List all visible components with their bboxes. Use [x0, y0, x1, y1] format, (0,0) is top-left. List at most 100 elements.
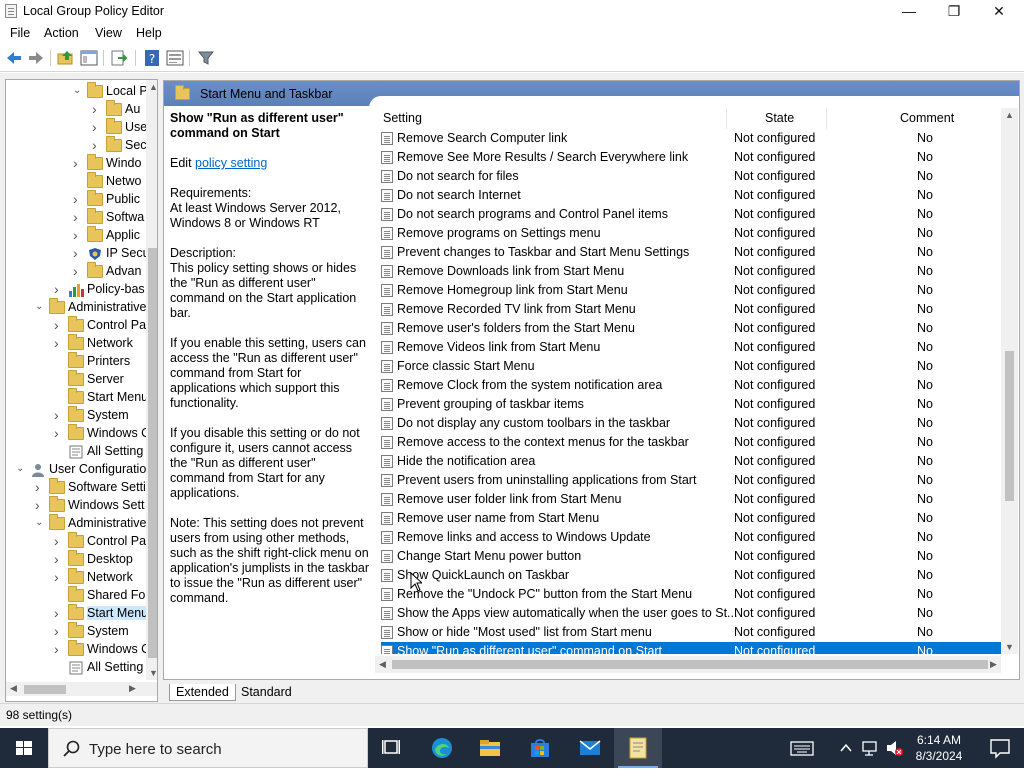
- column-comment[interactable]: Comment: [900, 111, 954, 125]
- close-button[interactable]: ✕: [976, 0, 1022, 23]
- column-setting[interactable]: Setting: [383, 111, 422, 125]
- scroll-left-icon[interactable]: ◀: [379, 659, 386, 670]
- expand-down-icon[interactable]: ⌄: [73, 85, 83, 97]
- menu-help[interactable]: Help: [136, 26, 162, 40]
- minimize-button[interactable]: —: [886, 0, 932, 23]
- store-button[interactable]: [516, 728, 564, 768]
- edge-button[interactable]: [418, 728, 466, 768]
- settings-row[interactable]: Remove access to the context menus for t…: [381, 433, 1001, 452]
- settings-row[interactable]: Remove Search Computer link Not configure…: [381, 129, 1001, 148]
- volume-tray-button[interactable]: [884, 728, 904, 768]
- settings-row[interactable]: Do not search for files Not configured No: [381, 167, 1001, 186]
- menu-view[interactable]: View: [95, 26, 122, 40]
- settings-row[interactable]: Remove Homegroup link from Start Menu Not…: [381, 281, 1001, 300]
- file-explorer-button[interactable]: [466, 728, 514, 768]
- mail-button[interactable]: [566, 728, 614, 768]
- expand-down-icon[interactable]: ⌄: [35, 517, 45, 529]
- export-list-icon[interactable]: [110, 49, 128, 67]
- settings-row[interactable]: Prevent grouping of taskbar items Not con…: [381, 395, 1001, 414]
- settings-row[interactable]: Prevent users from uninstalling applicat…: [381, 471, 1001, 490]
- settings-row-selected[interactable]: Show "Run as different user" command on …: [381, 642, 1001, 654]
- expand-right-icon[interactable]: ›: [54, 318, 64, 332]
- expand-right-icon[interactable]: ›: [54, 534, 64, 548]
- settings-row[interactable]: Do not display any custom toolbars in th…: [381, 414, 1001, 433]
- settings-row[interactable]: Show the Apps view automatically when th…: [381, 604, 1001, 623]
- settings-row[interactable]: Remove See More Results / Search Everywh…: [381, 148, 1001, 167]
- expand-right-icon[interactable]: ›: [54, 624, 64, 638]
- settings-row[interactable]: Remove Downloads link from Start Menu Not…: [381, 262, 1001, 281]
- settings-row[interactable]: Prevent changes to Taskbar and Start Men…: [381, 243, 1001, 262]
- expand-right-icon[interactable]: ›: [54, 570, 64, 584]
- menu-action[interactable]: Action: [44, 26, 79, 40]
- group-policy-editor-taskbar-button[interactable]: [614, 728, 662, 768]
- start-button[interactable]: [0, 728, 48, 768]
- expand-right-icon[interactable]: ›: [54, 408, 64, 422]
- expand-right-icon[interactable]: ›: [35, 480, 45, 494]
- list-horizontal-scrollbar[interactable]: ◀ ▶: [375, 656, 1001, 673]
- settings-row[interactable]: Do not search Internet Not configured No: [381, 186, 1001, 205]
- expand-right-icon[interactable]: ›: [73, 246, 83, 260]
- settings-row[interactable]: Remove Recorded TV link from Start Menu N…: [381, 300, 1001, 319]
- scroll-up-icon[interactable]: ▲: [149, 82, 157, 92]
- back-icon[interactable]: [5, 49, 23, 67]
- edit-policy-setting-link[interactable]: policy setting: [195, 156, 267, 170]
- taskbar-search-box[interactable]: Type here to search: [48, 728, 368, 768]
- tree-hscroll-thumb[interactable]: [24, 685, 66, 694]
- expand-right-icon[interactable]: ›: [54, 426, 64, 440]
- menu-file[interactable]: File: [10, 26, 30, 40]
- settings-row[interactable]: Remove Videos link from Start Menu Not co…: [381, 338, 1001, 357]
- scroll-down-icon[interactable]: ▼: [1005, 642, 1014, 652]
- list-scroll-thumb[interactable]: [1005, 351, 1014, 501]
- help-icon[interactable]: ?: [143, 49, 161, 67]
- settings-row[interactable]: Remove user's folders from the Start Men…: [381, 319, 1001, 338]
- tree-vertical-scrollbar[interactable]: ▲ ▼: [146, 80, 157, 680]
- expand-right-icon[interactable]: ›: [73, 192, 83, 206]
- expand-down-icon[interactable]: ⌄: [16, 463, 26, 475]
- tab-standard[interactable]: Standard: [235, 684, 298, 701]
- expand-right-icon[interactable]: ›: [35, 498, 45, 512]
- scroll-up-icon[interactable]: ▲: [1005, 110, 1014, 120]
- settings-row[interactable]: Show or hide "Most used" list from Start…: [381, 623, 1001, 642]
- expand-right-icon[interactable]: ›: [54, 336, 64, 350]
- expand-right-icon[interactable]: ›: [92, 120, 102, 134]
- up-folder-icon[interactable]: [57, 49, 75, 67]
- expand-right-icon[interactable]: ›: [73, 228, 83, 242]
- settings-row[interactable]: Hide the notification area Not configured…: [381, 452, 1001, 471]
- settings-row[interactable]: Remove Clock from the system notificatio…: [381, 376, 1001, 395]
- properties-icon[interactable]: [166, 49, 184, 67]
- settings-row[interactable]: Do not search programs and Control Panel…: [381, 205, 1001, 224]
- scroll-down-icon[interactable]: ▼: [149, 668, 157, 678]
- list-hscroll-thumb[interactable]: [392, 660, 988, 669]
- expand-right-icon[interactable]: ›: [92, 102, 102, 116]
- expand-right-icon[interactable]: ›: [92, 138, 102, 152]
- taskbar-clock[interactable]: 6:14 AM 8/3/2024: [908, 732, 970, 764]
- settings-row[interactable]: Force classic Start Menu Not configured No: [381, 357, 1001, 376]
- settings-row[interactable]: Change Start Menu power button Not config…: [381, 547, 1001, 566]
- expand-right-icon[interactable]: ›: [73, 264, 83, 278]
- task-view-button[interactable]: [368, 728, 416, 768]
- show-hidden-icons-button[interactable]: [838, 728, 854, 768]
- forward-icon[interactable]: [27, 49, 45, 67]
- expand-right-icon[interactable]: ›: [54, 606, 64, 620]
- column-state[interactable]: State: [765, 111, 794, 125]
- scroll-left-icon[interactable]: ◀: [10, 683, 17, 694]
- expand-right-icon[interactable]: ›: [54, 642, 64, 656]
- settings-row[interactable]: Remove links and access to Windows Updat…: [381, 528, 1001, 547]
- scroll-right-icon[interactable]: ▶: [129, 683, 136, 694]
- expand-right-icon[interactable]: ›: [73, 210, 83, 224]
- list-vertical-scrollbar[interactable]: ▲ ▼: [1001, 108, 1018, 654]
- settings-row[interactable]: Remove user folder link from Start Menu N…: [381, 490, 1001, 509]
- tree-pane[interactable]: ⌄ Local P › Au › Use › Sec › Windo Netwo › Public › So…: [5, 79, 158, 702]
- expand-down-icon[interactable]: ⌄: [35, 301, 45, 313]
- show-hide-tree-icon[interactable]: [80, 49, 98, 67]
- settings-row[interactable]: Remove programs on Settings menu Not conf…: [381, 224, 1001, 243]
- settings-row[interactable]: Show QuickLaunch on Taskbar Not configure…: [381, 566, 1001, 585]
- expand-right-icon[interactable]: ›: [73, 156, 83, 170]
- tree-scroll-thumb[interactable]: [148, 248, 157, 658]
- action-center-tray-icon[interactable]: [788, 728, 816, 768]
- network-tray-button[interactable]: [860, 728, 880, 768]
- tree-horizontal-scrollbar[interactable]: ◀ ▶: [6, 682, 157, 696]
- tab-extended[interactable]: Extended: [169, 684, 236, 701]
- notifications-button[interactable]: [978, 728, 1024, 768]
- expand-right-icon[interactable]: ›: [54, 552, 64, 566]
